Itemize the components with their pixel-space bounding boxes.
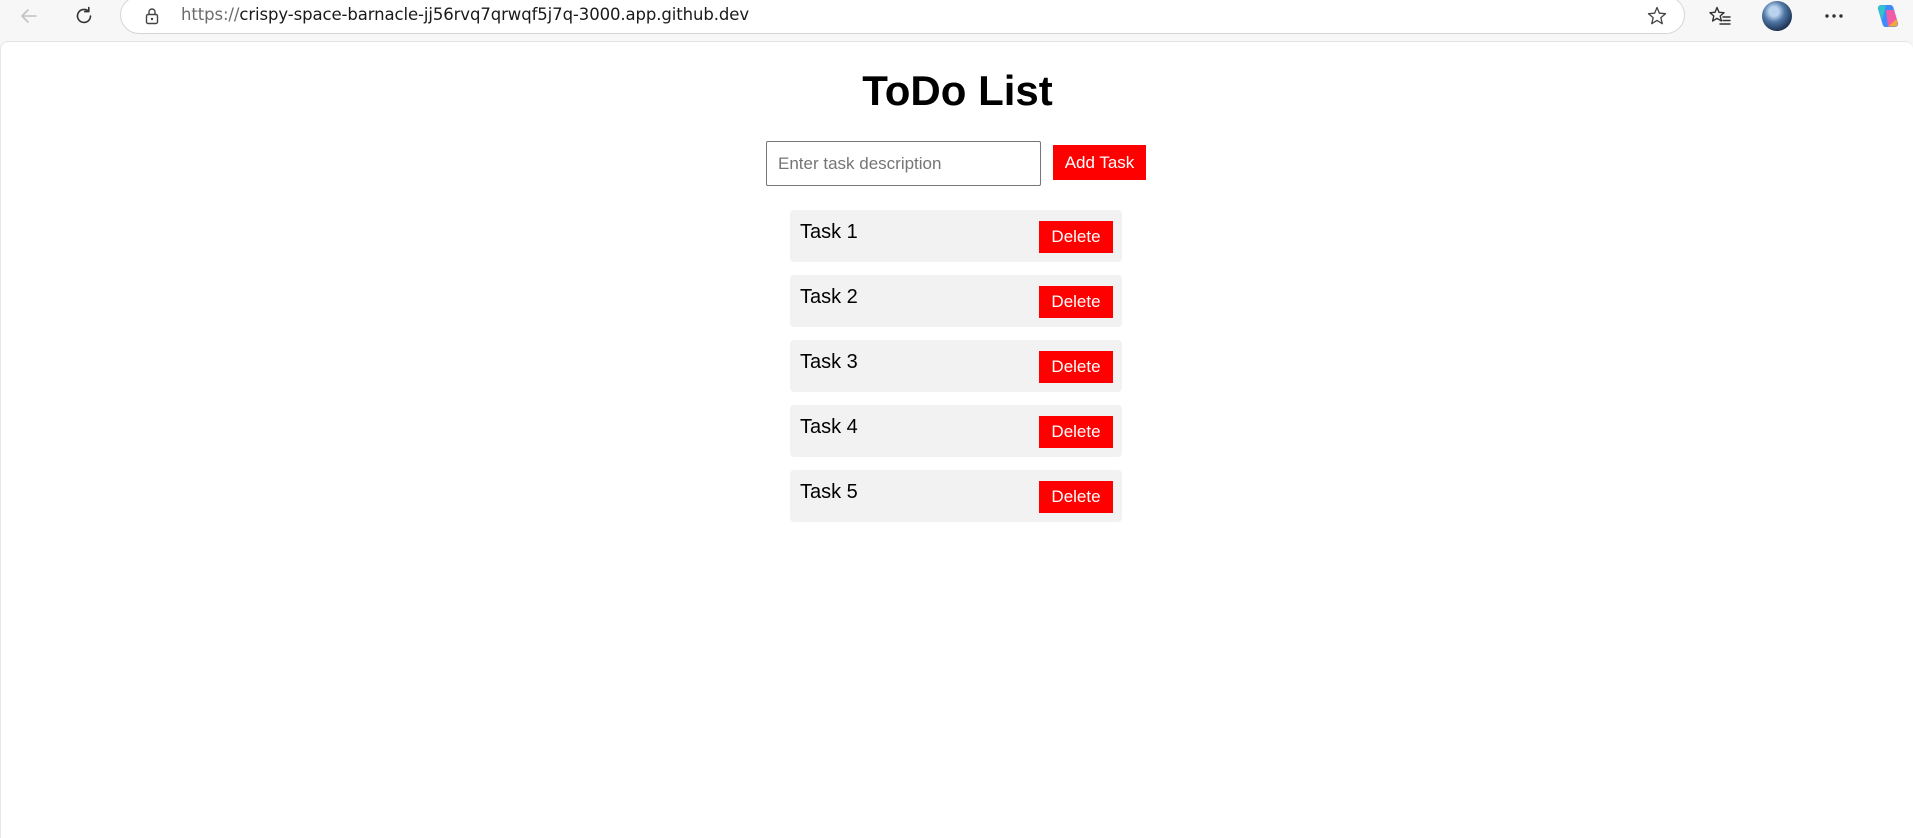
delete-task-button[interactable]: Delete [1039, 221, 1113, 253]
page-content: ToDo List Add Task Task 1 Delete Task 2 … [0, 41, 1913, 838]
task-text: Task 2 [800, 286, 858, 308]
add-task-button[interactable]: Add Task [1053, 145, 1146, 180]
task-description-input[interactable] [766, 141, 1041, 186]
favorite-star-button[interactable] [1646, 5, 1668, 27]
more-button[interactable] [1817, 1, 1851, 31]
url-scheme: https:// [181, 5, 240, 24]
task-text: Task 5 [800, 481, 858, 503]
favorites-icon [1709, 6, 1731, 25]
task-text: Task 4 [800, 416, 858, 438]
browser-toolbar: https://crispy-space-barnacle-jj56rvq7qr… [0, 0, 1913, 40]
task-item: Task 1 Delete [790, 210, 1122, 262]
back-icon [21, 9, 37, 23]
task-item: Task 4 Delete [790, 405, 1122, 457]
refresh-icon [76, 6, 92, 24]
copilot-icon [1877, 5, 1899, 27]
star-icon [1647, 6, 1667, 25]
page-title: ToDo List [862, 67, 1053, 114]
task-text: Task 1 [800, 221, 858, 243]
more-icon [1825, 14, 1843, 18]
copilot-button[interactable] [1871, 1, 1905, 31]
favorites-button[interactable] [1703, 1, 1737, 31]
avatar[interactable] [1762, 1, 1792, 31]
task-item: Task 5 Delete [790, 470, 1122, 522]
delete-task-button[interactable]: Delete [1039, 286, 1113, 318]
url-host: crispy-space-barnacle-jj56rvq7qrwqf5j7q-… [239, 5, 749, 24]
task-item: Task 3 Delete [790, 340, 1122, 392]
task-text: Task 3 [800, 351, 858, 373]
task-item: Task 2 Delete [790, 275, 1122, 327]
url-text[interactable]: https://crispy-space-barnacle-jj56rvq7qr… [181, 5, 749, 24]
delete-task-button[interactable]: Delete [1039, 351, 1113, 383]
refresh-button[interactable] [67, 1, 101, 31]
delete-task-button[interactable]: Delete [1039, 416, 1113, 448]
address-bar[interactable]: https://crispy-space-barnacle-jj56rvq7qr… [120, 0, 1685, 34]
back-button[interactable] [12, 1, 46, 31]
delete-task-button[interactable]: Delete [1039, 481, 1113, 513]
lock-icon[interactable] [143, 7, 161, 25]
task-list: Task 1 Delete Task 2 Delete Task 3 Delet… [790, 210, 1122, 535]
